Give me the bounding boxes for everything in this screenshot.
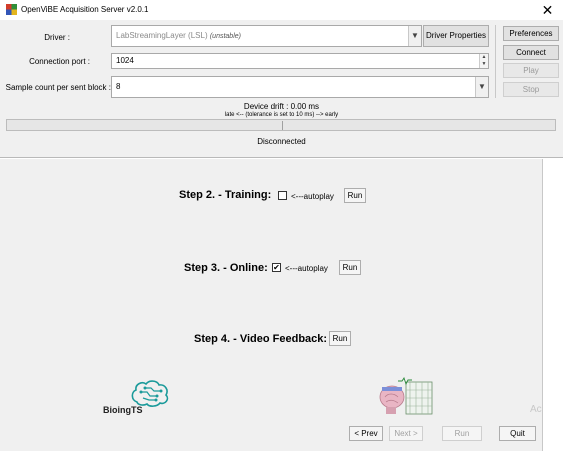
- brain-feedback-image: [379, 377, 433, 415]
- drift-center-marker: [282, 121, 283, 130]
- driver-value: LabStreamingLayer (LSL): [116, 31, 208, 40]
- chevron-down-icon[interactable]: ▼: [408, 26, 421, 46]
- background-strip: [543, 159, 563, 451]
- preferences-button[interactable]: Preferences: [503, 26, 559, 41]
- stop-button[interactable]: Stop: [503, 82, 559, 97]
- connect-button[interactable]: Connect: [503, 45, 559, 60]
- driver-unstable-tag: (unstable): [209, 33, 241, 40]
- acquisition-server-window: OpenViBE Acquisition Server v2.0.1 ✕ Dri…: [0, 0, 563, 158]
- connection-status: Disconnected: [257, 137, 306, 146]
- scenario-run-button[interactable]: Run: [442, 426, 482, 441]
- driver-properties-button[interactable]: Driver Properties: [423, 25, 489, 47]
- sample-count-select[interactable]: 8: [111, 76, 489, 98]
- training-autoplay-checkbox[interactable]: [278, 191, 287, 200]
- openvibe-cube-icon: [6, 4, 17, 15]
- connection-port-label: Connection port :: [29, 57, 90, 66]
- video-feedback-run-button[interactable]: Run: [329, 331, 351, 346]
- window-title: OpenViBE Acquisition Server v2.0.1: [21, 5, 149, 14]
- drift-progress-bar: [6, 119, 556, 131]
- training-autoplay-label: <---autoplay: [291, 192, 334, 201]
- activation-watermark: Ac: [530, 404, 542, 415]
- online-autoplay-label: <---autoplay: [285, 264, 328, 273]
- step-training-title: Step 2. - Training:: [179, 189, 272, 201]
- close-icon[interactable]: ✕: [532, 0, 563, 20]
- step-video-feedback-title: Step 4. - Video Feedback:: [194, 333, 328, 345]
- device-drift-title: Device drift : 0.00 ms: [243, 102, 320, 111]
- prev-button[interactable]: < Prev: [349, 426, 383, 441]
- driver-label: Driver :: [44, 33, 70, 42]
- spinner-arrows-icon[interactable]: ▲ ▼: [479, 54, 488, 68]
- title-bar: OpenViBE Acquisition Server v2.0.1 ✕: [0, 0, 563, 20]
- training-run-button[interactable]: Run: [344, 188, 366, 203]
- online-autoplay-checkbox[interactable]: ✔: [272, 263, 281, 272]
- connection-port-input[interactable]: 1024: [111, 53, 489, 69]
- driver-select[interactable]: LabStreamingLayer (LSL) (unstable): [111, 25, 422, 47]
- step-online-title: Step 3. - Online:: [184, 262, 268, 274]
- chevron-down-icon[interactable]: ▼: [475, 77, 488, 97]
- next-button[interactable]: Next >: [389, 426, 423, 441]
- play-button[interactable]: Play: [503, 63, 559, 78]
- drift-tolerance-text: late <-- (tolerance is set to 10 ms) -->…: [224, 112, 339, 118]
- quit-button[interactable]: Quit: [499, 426, 536, 441]
- sample-count-label: Sample count per sent block :: [5, 83, 111, 92]
- vertical-separator: [495, 25, 496, 98]
- scenario-panel: [0, 159, 543, 451]
- online-run-button[interactable]: Run: [339, 260, 361, 275]
- logo-text: BioingTS: [103, 405, 143, 415]
